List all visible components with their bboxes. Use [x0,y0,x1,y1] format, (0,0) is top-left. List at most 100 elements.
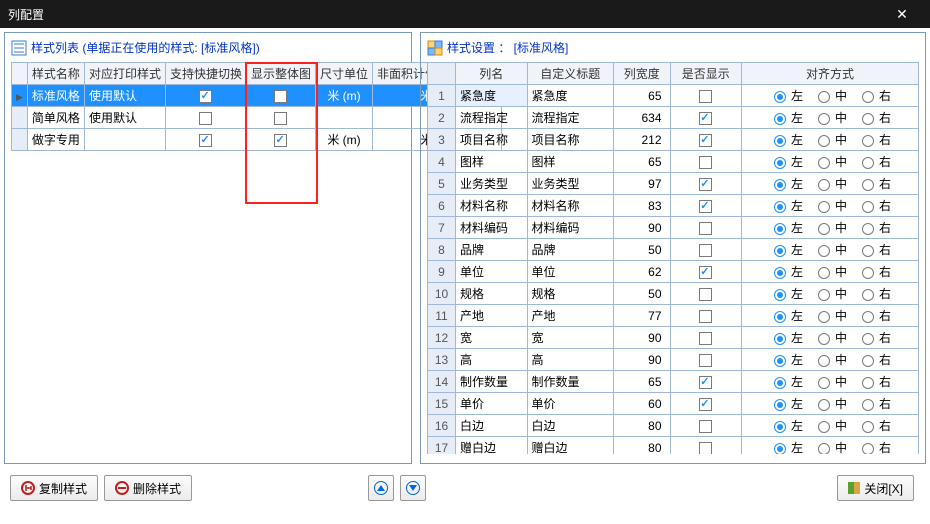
radio-center[interactable] [818,135,830,147]
align-cell[interactable]: 左中右 [742,327,919,349]
checkbox[interactable] [699,310,712,323]
column-name-cell[interactable]: 产地 [456,305,528,327]
width-cell[interactable]: 97 [614,173,670,195]
radio-right[interactable] [862,91,874,103]
show-cell[interactable] [670,305,742,327]
whole-view-cell[interactable] [246,107,315,129]
column-header[interactable]: 对应打印样式 [84,63,165,85]
radio-left[interactable] [774,421,786,433]
radio-left[interactable] [774,399,786,411]
checkbox[interactable] [699,398,712,411]
align-cell[interactable]: 左中右 [742,371,919,393]
radio-left[interactable] [774,201,786,213]
radio-left[interactable] [774,377,786,389]
quick-switch-cell[interactable] [165,85,246,107]
column-header[interactable]: 列宽度 [614,63,670,85]
show-cell[interactable] [670,371,742,393]
width-cell[interactable]: 80 [614,415,670,437]
table-row[interactable]: 15单价单价60左中右 [428,393,919,415]
table-row[interactable]: 12宽宽90左中右 [428,327,919,349]
show-cell[interactable] [670,261,742,283]
width-cell[interactable]: 90 [614,349,670,371]
custom-title-cell[interactable]: 流程指定 [527,107,614,129]
radio-right[interactable] [862,355,874,367]
column-name-cell[interactable]: 图样 [456,151,528,173]
radio-left[interactable] [774,157,786,169]
show-cell[interactable] [670,151,742,173]
checkbox[interactable] [699,354,712,367]
radio-right[interactable] [862,377,874,389]
align-cell[interactable]: 左中右 [742,173,919,195]
radio-right[interactable] [862,421,874,433]
move-up-button[interactable] [368,475,394,501]
radio-right[interactable] [862,245,874,257]
checkbox[interactable] [199,90,212,103]
table-row[interactable]: 3项目名称项目名称212左中右 [428,129,919,151]
column-name-cell[interactable]: 赠白边 [456,437,528,455]
radio-left[interactable] [774,333,786,345]
move-down-button[interactable] [400,475,426,501]
radio-left[interactable] [774,223,786,235]
width-cell[interactable]: 65 [614,85,670,107]
radio-center[interactable] [818,289,830,301]
radio-right[interactable] [862,179,874,191]
column-name-cell[interactable]: 规格 [456,283,528,305]
whole-view-cell[interactable] [246,85,315,107]
checkbox[interactable] [699,222,712,235]
width-cell[interactable]: 60 [614,393,670,415]
custom-title-cell[interactable]: 制作数量 [527,371,614,393]
table-row[interactable]: 4图样图样65左中右 [428,151,919,173]
align-cell[interactable]: 左中右 [742,437,919,455]
radio-right[interactable] [862,399,874,411]
align-cell[interactable]: 左中右 [742,85,919,107]
print-style-cell[interactable]: 使用默认 [84,107,165,129]
delete-style-button[interactable]: 删除样式 [104,475,192,501]
column-header[interactable]: 自定义标题 [527,63,614,85]
custom-title-cell[interactable]: 图样 [527,151,614,173]
show-cell[interactable] [670,283,742,305]
show-cell[interactable] [670,239,742,261]
align-cell[interactable]: 左中右 [742,217,919,239]
custom-title-cell[interactable]: 高 [527,349,614,371]
checkbox[interactable] [699,332,712,345]
radio-left[interactable] [774,267,786,279]
quick-switch-cell[interactable] [165,129,246,151]
unit-cell[interactable] [315,107,372,129]
radio-center[interactable] [818,443,830,454]
radio-left[interactable] [774,179,786,191]
column-name-cell[interactable]: 制作数量 [456,371,528,393]
column-name-cell[interactable]: 白边 [456,415,528,437]
radio-right[interactable] [862,333,874,345]
width-cell[interactable]: 80 [614,437,670,455]
table-row[interactable]: 13高高90左中右 [428,349,919,371]
column-name-cell[interactable]: 项目名称 [456,129,528,151]
radio-left[interactable] [774,91,786,103]
align-cell[interactable]: 左中右 [742,129,919,151]
show-cell[interactable] [670,437,742,455]
checkbox[interactable] [699,200,712,213]
radio-left[interactable] [774,355,786,367]
row-handle[interactable] [12,129,28,151]
radio-center[interactable] [818,157,830,169]
align-cell[interactable]: 左中右 [742,107,919,129]
checkbox[interactable] [699,266,712,279]
print-style-cell[interactable]: 使用默认 [84,85,165,107]
width-cell[interactable]: 90 [614,327,670,349]
show-cell[interactable] [670,129,742,151]
radio-center[interactable] [818,399,830,411]
width-cell[interactable]: 65 [614,151,670,173]
table-row[interactable]: 1紧急度紧急度65左中右 [428,85,919,107]
radio-center[interactable] [818,113,830,125]
column-name-cell[interactable]: 宽 [456,327,528,349]
style-name-cell[interactable]: 标准风格 [27,85,84,107]
radio-right[interactable] [862,157,874,169]
show-cell[interactable] [670,195,742,217]
show-cell[interactable] [670,349,742,371]
checkbox[interactable] [274,90,287,103]
table-row[interactable]: 5业务类型业务类型97左中右 [428,173,919,195]
radio-center[interactable] [818,333,830,345]
align-cell[interactable]: 左中右 [742,261,919,283]
radio-right[interactable] [862,443,874,454]
radio-center[interactable] [818,245,830,257]
close-icon[interactable]: ✕ [882,6,922,23]
